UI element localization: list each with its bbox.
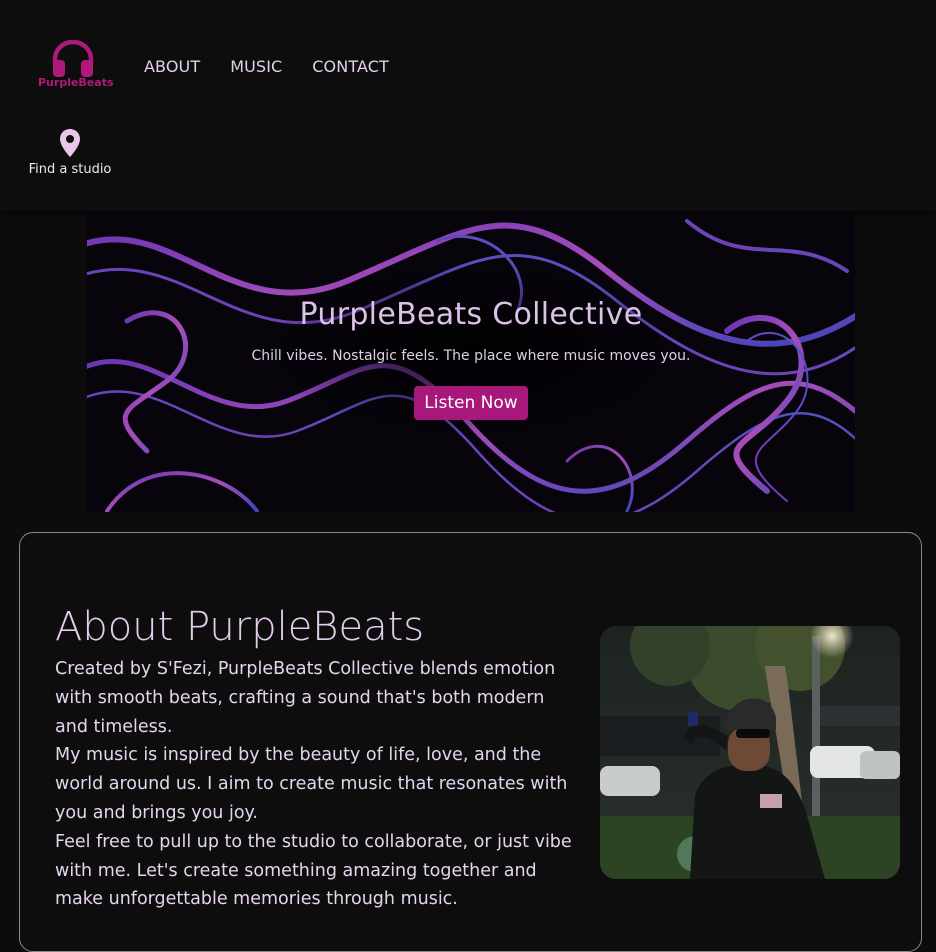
about-paragraph-1: Created by S'Fezi, PurpleBeats Collectiv… [55, 659, 556, 737]
logo-text: PurpleBeats [38, 76, 114, 89]
artist-photo [600, 626, 900, 879]
location-pin-icon [60, 129, 80, 157]
headphones-icon [52, 40, 94, 77]
listen-now-button[interactable]: Listen Now [414, 386, 528, 420]
about-paragraph-3: Feel free to pull up to the studio to co… [55, 831, 572, 910]
hero-banner: PurpleBeats Collective Chill vibes. Nost… [87, 211, 855, 512]
site-header: PurpleBeats ABOUT MUSIC CONTACT Find a s… [0, 0, 936, 211]
logo-link[interactable]: PurpleBeats [38, 38, 114, 92]
nav-item-music[interactable]: MUSIC [230, 57, 282, 76]
about-text: About PurpleBeats Created by S'Fezi, Pur… [55, 605, 575, 914]
about-title: About PurpleBeats [55, 604, 425, 650]
about-section: About PurpleBeats Created by S'Fezi, Pur… [19, 532, 922, 952]
nav-item-about[interactable]: ABOUT [144, 57, 200, 76]
about-paragraph-2: My music is inspired by the beauty of li… [55, 745, 568, 823]
find-studio-label: Find a studio [28, 162, 112, 177]
nav-item-contact[interactable]: CONTACT [312, 57, 389, 76]
hero-content: PurpleBeats Collective Chill vibes. Nost… [87, 297, 855, 420]
hero-tagline: Chill vibes. Nostalgic feels. The place … [251, 348, 691, 364]
hero-title: PurpleBeats Collective [299, 297, 643, 332]
find-studio-link[interactable]: Find a studio [26, 128, 114, 177]
main-nav: ABOUT MUSIC CONTACT [144, 57, 389, 76]
